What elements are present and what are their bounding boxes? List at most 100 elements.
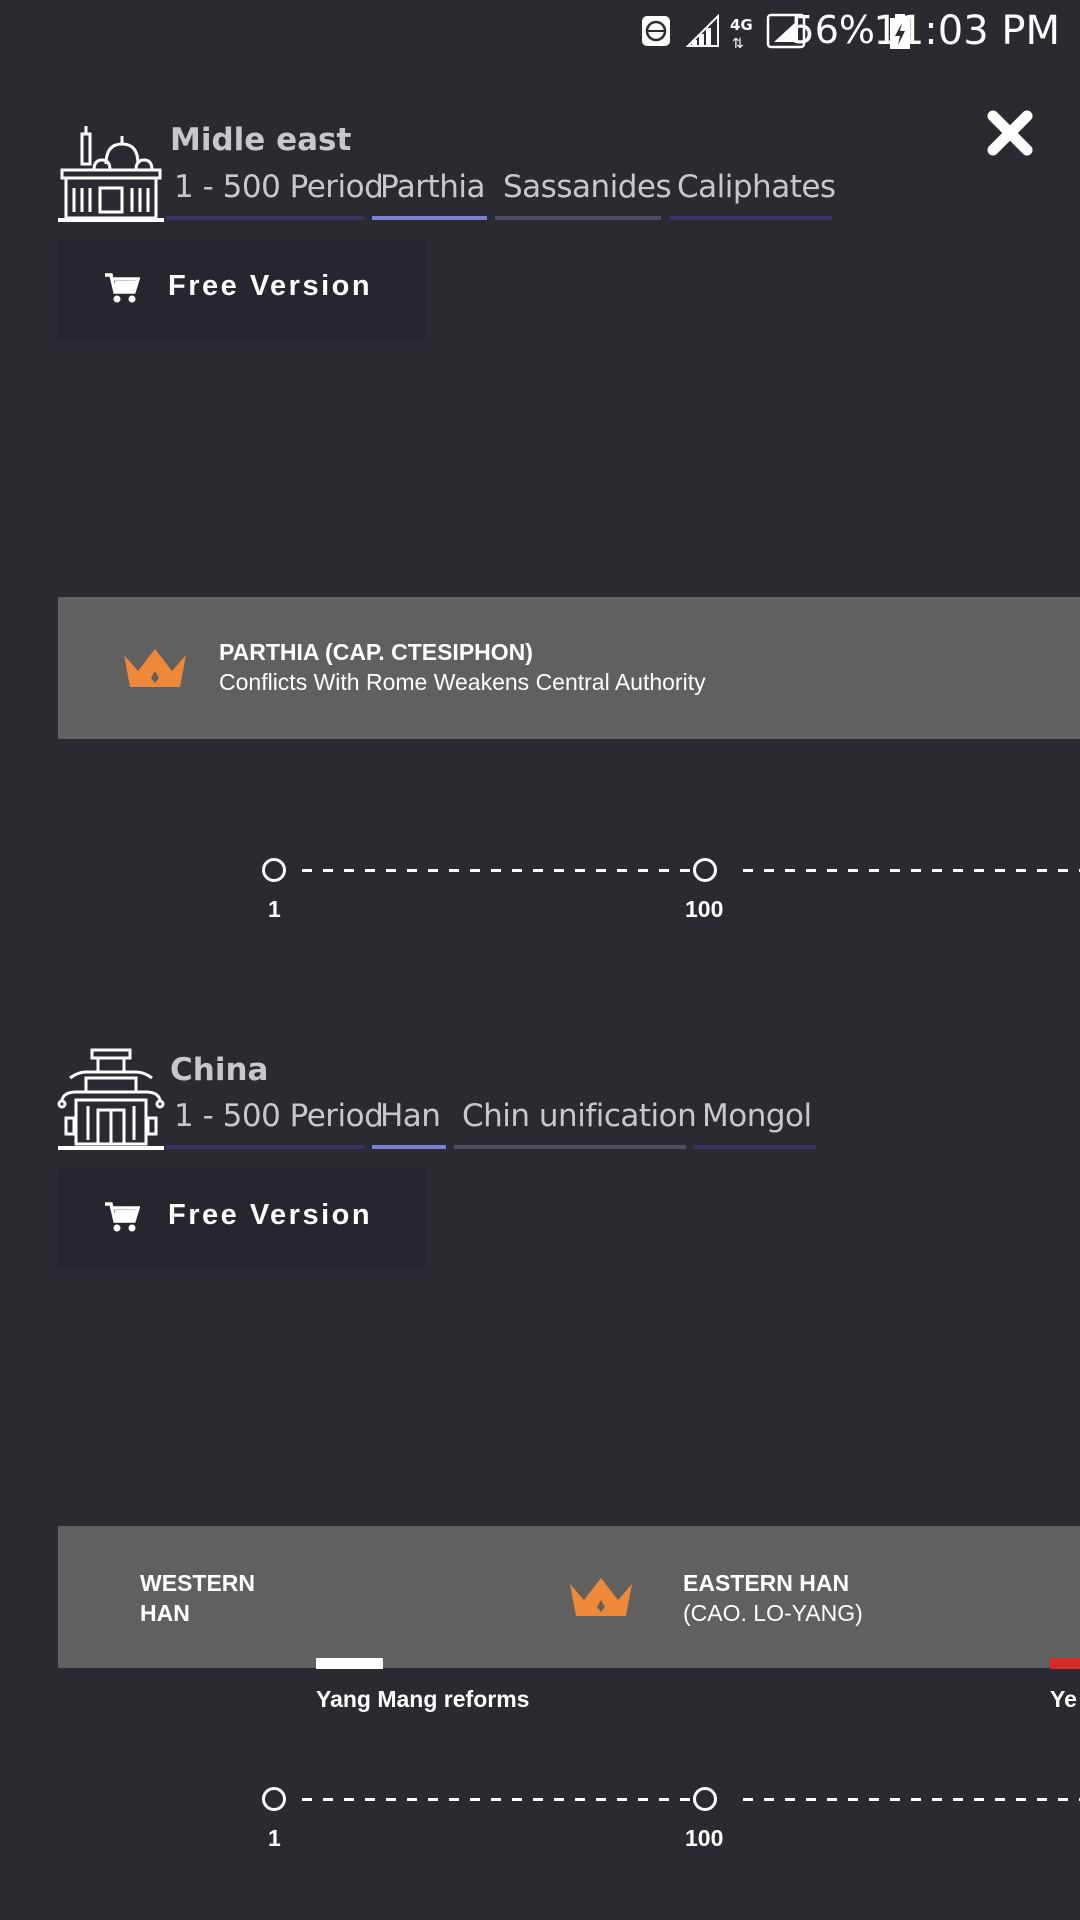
timeline: 1 100 [0, 1779, 1080, 1859]
pagoda-icon [57, 1048, 165, 1150]
timeline-label: 1 [268, 896, 281, 922]
tab-mongol[interactable]: Mongol [694, 1093, 816, 1149]
timeline-dash [638, 1798, 648, 1801]
timeline-node[interactable] [693, 1787, 717, 1811]
event-marker[interactable] [316, 1658, 383, 1669]
timeline: 1 100 [0, 850, 1080, 930]
network-type: 4G [730, 16, 753, 34]
event-label[interactable]: Ye [1050, 1686, 1080, 1713]
timeline-dash [302, 1798, 312, 1801]
timeline-dash [617, 869, 627, 872]
timeline-dash [806, 1798, 816, 1801]
timeline-dash [533, 869, 543, 872]
timeline-dash [470, 1798, 480, 1801]
timeline-dash [533, 1798, 543, 1801]
period-tabs: 1 - 500 Period Parthia Sassanides Caliph… [166, 164, 836, 220]
timeline-dash [680, 1798, 690, 1801]
dynasty-title: PARTHIA (CAP. CTESIPHON) [219, 639, 533, 665]
timeline-dash [386, 1798, 396, 1801]
timeline-dash [869, 1798, 879, 1801]
timeline-dash [806, 869, 816, 872]
timeline-dash [323, 869, 333, 872]
timeline-dash [1016, 1798, 1026, 1801]
timeline-dash [554, 869, 564, 872]
timeline-dash [365, 1798, 375, 1801]
timeline-dash [848, 869, 858, 872]
dynasty-subtitle: (CAO. LO-YANG) [683, 1600, 863, 1626]
mosque-icon [58, 126, 164, 222]
tab-period[interactable]: 1 - 500 Period [166, 164, 384, 220]
timeline-dash [344, 869, 354, 872]
timeline-dash [428, 1798, 438, 1801]
dynasty-left-title-2: HAN [140, 1600, 190, 1626]
timeline-dash [1037, 869, 1047, 872]
timeline-label: 100 [685, 896, 724, 922]
tab-han[interactable]: Han [372, 1093, 446, 1149]
cart-icon [105, 273, 140, 303]
region-title: Midle east [170, 122, 352, 158]
timeline-dash [428, 869, 438, 872]
tab-parthia[interactable]: Parthia [372, 164, 487, 220]
region-title: China [170, 1052, 269, 1088]
timeline-dash [659, 869, 669, 872]
timeline-dash [995, 869, 1005, 872]
timeline-dash [764, 869, 774, 872]
timeline-label: 1 [268, 1825, 281, 1851]
dynasty-band[interactable]: WESTERN HAN EASTERN HAN (CAO. LO-YANG) [58, 1526, 1080, 1668]
dynasty-band[interactable]: PARTHIA (CAP. CTESIPHON) Conflicts With … [58, 597, 1080, 739]
timeline-dash [470, 869, 480, 872]
timeline-dash [491, 1798, 501, 1801]
timeline-dash [974, 869, 984, 872]
timeline-dash [659, 1798, 669, 1801]
timeline-dash [1058, 869, 1068, 872]
free-version-button[interactable]: Free Version [58, 240, 426, 340]
timeline-dash [596, 1798, 606, 1801]
timeline-node[interactable] [262, 1787, 286, 1811]
timeline-dash [953, 1798, 963, 1801]
timeline-dash [827, 869, 837, 872]
timeline-dash [1058, 1798, 1068, 1801]
cart-icon [105, 1202, 140, 1232]
timeline-dash [638, 869, 648, 872]
event-label[interactable]: Yang Mang reforms [316, 1686, 529, 1713]
event-marker[interactable] [1050, 1658, 1080, 1669]
tab-period[interactable]: 1 - 500 Period [166, 1093, 384, 1149]
close-button[interactable] [985, 108, 1035, 158]
timeline-dash [386, 869, 396, 872]
timeline-dash [890, 869, 900, 872]
tab-caliphates[interactable]: Caliphates [669, 164, 836, 220]
timeline-dash [302, 869, 312, 872]
tab-chin-unification[interactable]: Chin unification [454, 1093, 697, 1149]
timeline-dash [449, 1798, 459, 1801]
timeline-dash [743, 1798, 753, 1801]
timeline-dash [344, 1798, 354, 1801]
timeline-dash [785, 869, 795, 872]
timeline-dash [764, 1798, 774, 1801]
free-version-label: Free Version [168, 1199, 373, 1231]
timeline-dash [911, 1798, 921, 1801]
timeline-dash [911, 869, 921, 872]
timeline-dash [575, 1798, 585, 1801]
timeline-dash [407, 1798, 417, 1801]
status-bar: 4G ⇅ 56% 11:03 PM [0, 0, 1080, 64]
timeline-node[interactable] [693, 858, 717, 882]
timeline-dash [932, 869, 942, 872]
timeline-dash [1016, 869, 1026, 872]
timeline-dash [365, 869, 375, 872]
timeline-dash [491, 869, 501, 872]
tab-sassanides[interactable]: Sassanides [495, 164, 672, 220]
timeline-dash [974, 1798, 984, 1801]
timeline-node[interactable] [262, 858, 286, 882]
dynasty-subtitle: Conflicts With Rome Weakens Central Auth… [219, 669, 706, 695]
timeline-dash [407, 869, 417, 872]
battery-percent: 56% [790, 8, 875, 52]
timeline-dash [995, 1798, 1005, 1801]
timeline-dash [827, 1798, 837, 1801]
period-tabs: 1 - 500 Period Han Chin unification Mong… [166, 1093, 816, 1149]
free-version-button[interactable]: Free Version [58, 1169, 426, 1269]
timeline-dash [596, 869, 606, 872]
timeline-label: 100 [685, 1825, 724, 1851]
close-icon [987, 110, 1033, 156]
svg-text:⇅: ⇅ [732, 36, 744, 52]
timeline-dash [1037, 1798, 1047, 1801]
